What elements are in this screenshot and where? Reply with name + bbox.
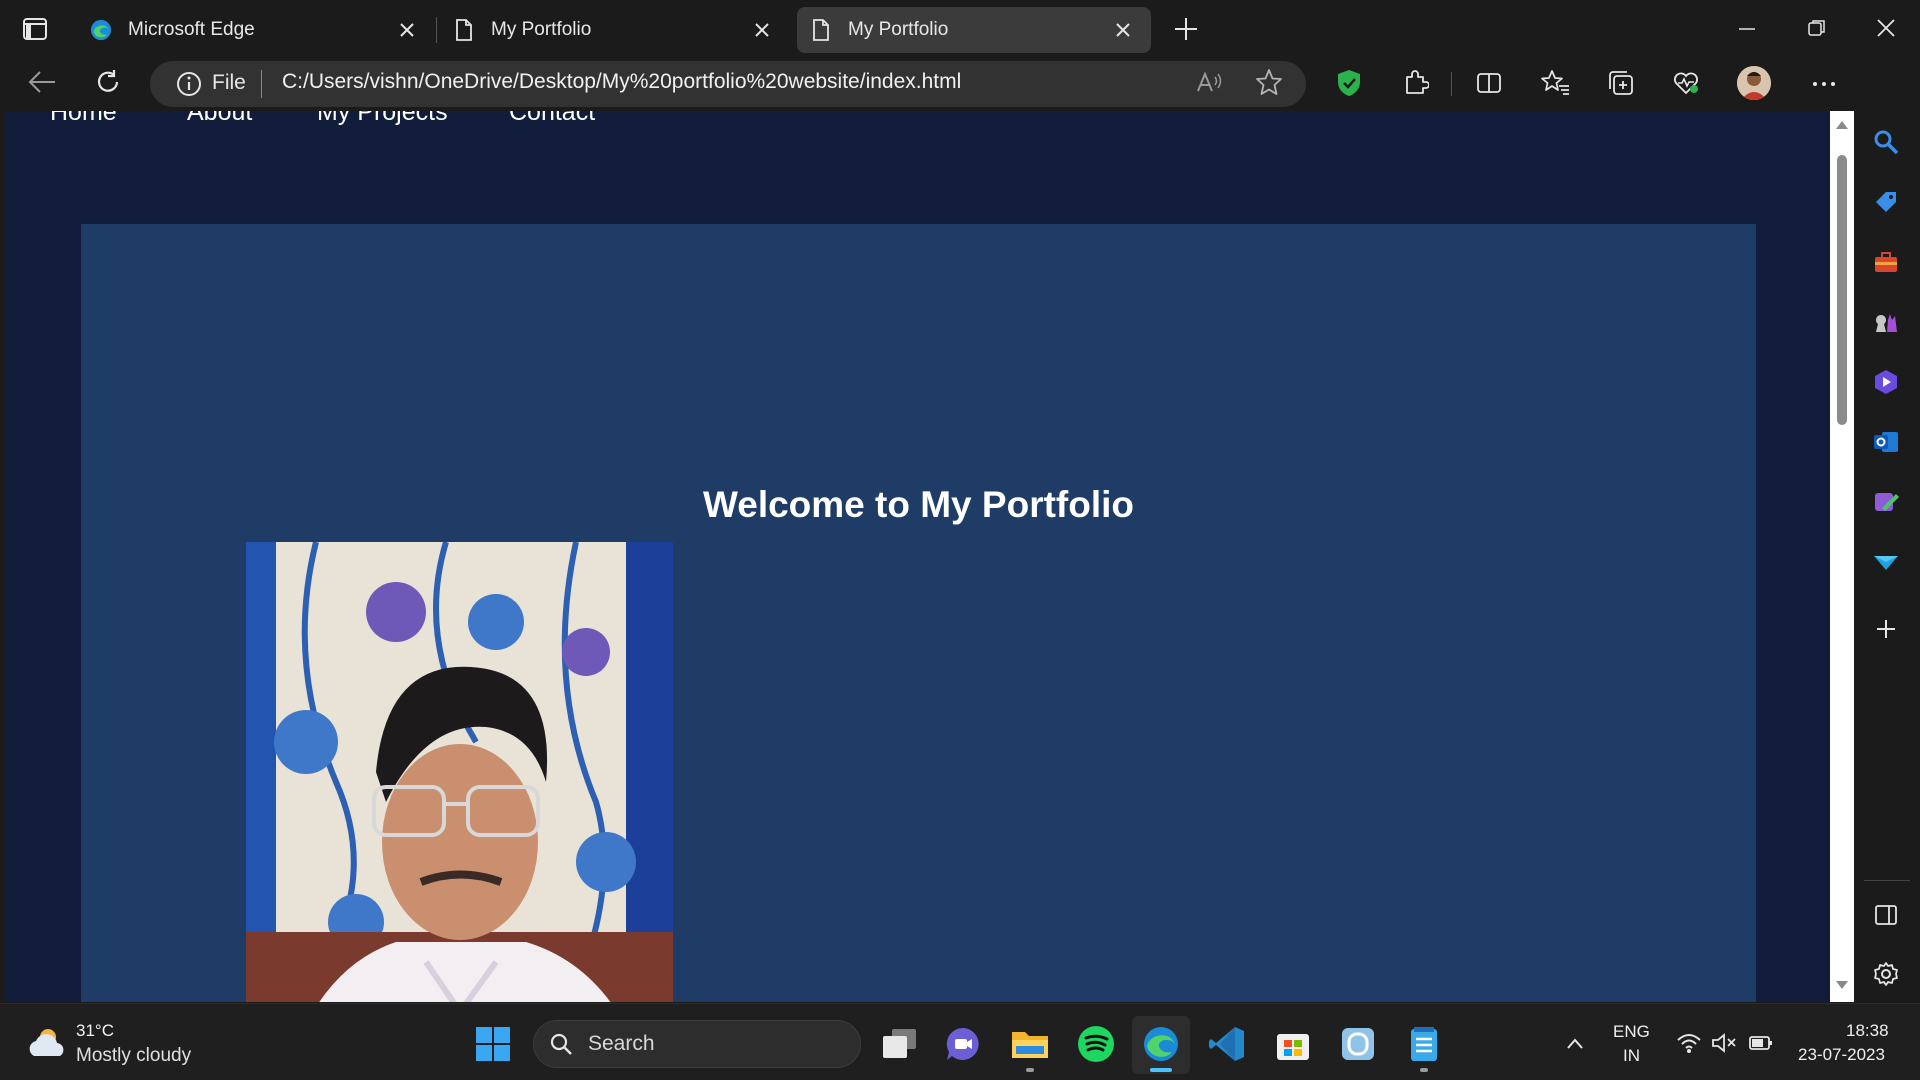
nav-link-home[interactable]: Home [50, 111, 117, 127]
add-icon[interactable] [1868, 611, 1904, 647]
scrollbar-thumb[interactable] [1837, 155, 1847, 425]
address-url[interactable]: C:/Users/vishn/OneDrive/Desktop/My%20por… [282, 70, 961, 94]
running-indicator [1026, 1068, 1034, 1072]
page-icon [453, 19, 475, 41]
drop-icon[interactable] [1868, 484, 1904, 520]
photos-app-icon[interactable] [1335, 1021, 1381, 1067]
running-indicator [1420, 1068, 1428, 1072]
copilot-icon[interactable] [1868, 364, 1904, 400]
search-icon[interactable] [1868, 124, 1904, 160]
shopping-tag-icon[interactable] [1868, 184, 1904, 220]
file-explorer-icon[interactable] [1007, 1021, 1053, 1067]
profile-avatar[interactable] [1737, 66, 1771, 100]
tab-my-portfolio-1[interactable]: My Portfolio [440, 7, 790, 53]
clock-time[interactable]: 18:38 [1846, 1021, 1889, 1041]
tools-icon[interactable] [1868, 244, 1904, 280]
battery-icon[interactable] [1748, 1033, 1774, 1053]
weather-cloudy-icon[interactable] [26, 1026, 68, 1060]
tab-microsoft-edge[interactable]: Microsoft Edge [75, 7, 435, 53]
search-icon [549, 1032, 573, 1056]
active-app-indicator [1150, 1068, 1172, 1072]
read-aloud-icon[interactable] [1195, 69, 1223, 97]
new-tab-icon[interactable] [1173, 16, 1199, 42]
settings-icon[interactable] [1868, 956, 1904, 992]
taskbar-search-placeholder: Search [588, 1032, 655, 1055]
refresh-icon[interactable] [91, 65, 125, 99]
weather-description[interactable]: Mostly cloudy [76, 1045, 191, 1067]
close-window-icon[interactable] [1874, 16, 1898, 40]
input-language[interactable]: ENG [1613, 1022, 1650, 1042]
minimize-icon[interactable] [1736, 18, 1758, 40]
restore-icon[interactable] [1806, 17, 1828, 39]
sidebar-layout-icon[interactable] [1868, 897, 1904, 933]
nav-link-my-projects[interactable]: My Projects [317, 111, 448, 127]
games-icon[interactable] [1868, 304, 1904, 340]
hero-section: Welcome to My Portfolio [81, 224, 1756, 1002]
address-divider [261, 70, 262, 98]
tab-my-portfolio-2[interactable]: My Portfolio [797, 7, 1151, 53]
outlook-icon[interactable] [1868, 424, 1904, 460]
teams-chat-icon[interactable] [940, 1021, 986, 1067]
tab-title: My Portfolio [491, 19, 592, 40]
profile-photo [246, 542, 673, 1002]
tab-actions-icon[interactable] [22, 17, 48, 41]
back-icon[interactable] [25, 65, 59, 99]
hero-title: Welcome to My Portfolio [702, 484, 1134, 525]
collections-icon[interactable] [1607, 69, 1635, 97]
page-icon [810, 19, 832, 41]
microsoft-store-icon[interactable] [1270, 1021, 1316, 1067]
tab-divider [436, 17, 437, 43]
extensions-icon[interactable] [1401, 69, 1429, 97]
clock-date[interactable]: 23-07-2023 [1798, 1045, 1885, 1065]
nav-link-about[interactable]: About [187, 111, 252, 127]
scroll-down-arrow-icon[interactable] [1834, 978, 1850, 992]
browser-essentials-icon[interactable] [1672, 69, 1700, 97]
spotify-icon[interactable] [1073, 1021, 1119, 1067]
close-tab-icon[interactable] [397, 20, 417, 40]
close-tab-icon[interactable] [1113, 20, 1133, 40]
address-scheme-label: File [212, 71, 246, 94]
vscode-icon[interactable] [1204, 1021, 1250, 1067]
wifi-icon[interactable] [1676, 1032, 1702, 1054]
page-viewport: Home About My Projects Contact Welcome t… [6, 111, 1830, 1002]
volume-muted-icon[interactable] [1711, 1032, 1737, 1054]
show-hidden-icons-chevron-icon[interactable] [1564, 1033, 1586, 1055]
site-info-icon[interactable] [175, 70, 203, 98]
favorites-icon[interactable] [1541, 68, 1571, 98]
send-icon[interactable] [1868, 544, 1904, 580]
favorite-star-icon[interactable] [1255, 68, 1283, 96]
taskbar-search-box[interactable] [533, 1020, 861, 1068]
more-options-icon[interactable] [1810, 70, 1838, 98]
notepad-icon[interactable] [1401, 1021, 1447, 1067]
edge-browser-icon[interactable] [1138, 1021, 1184, 1067]
toolbar-divider [1451, 72, 1452, 96]
edge-logo-icon [90, 19, 112, 41]
sidebar-divider [1864, 880, 1910, 881]
shield-extension-icon[interactable] [1336, 68, 1362, 98]
close-tab-icon[interactable] [752, 20, 772, 40]
tab-title: My Portfolio [848, 19, 949, 40]
input-region[interactable]: IN [1623, 1046, 1640, 1066]
task-view-icon[interactable] [876, 1021, 922, 1067]
scroll-up-arrow-icon[interactable] [1834, 118, 1850, 132]
tab-title: Microsoft Edge [128, 19, 255, 40]
weather-temperature[interactable]: 31°C [76, 1021, 114, 1041]
nav-link-contact[interactable]: Contact [509, 111, 595, 127]
start-windows-icon[interactable] [470, 1021, 516, 1067]
split-screen-icon[interactable] [1475, 69, 1503, 97]
